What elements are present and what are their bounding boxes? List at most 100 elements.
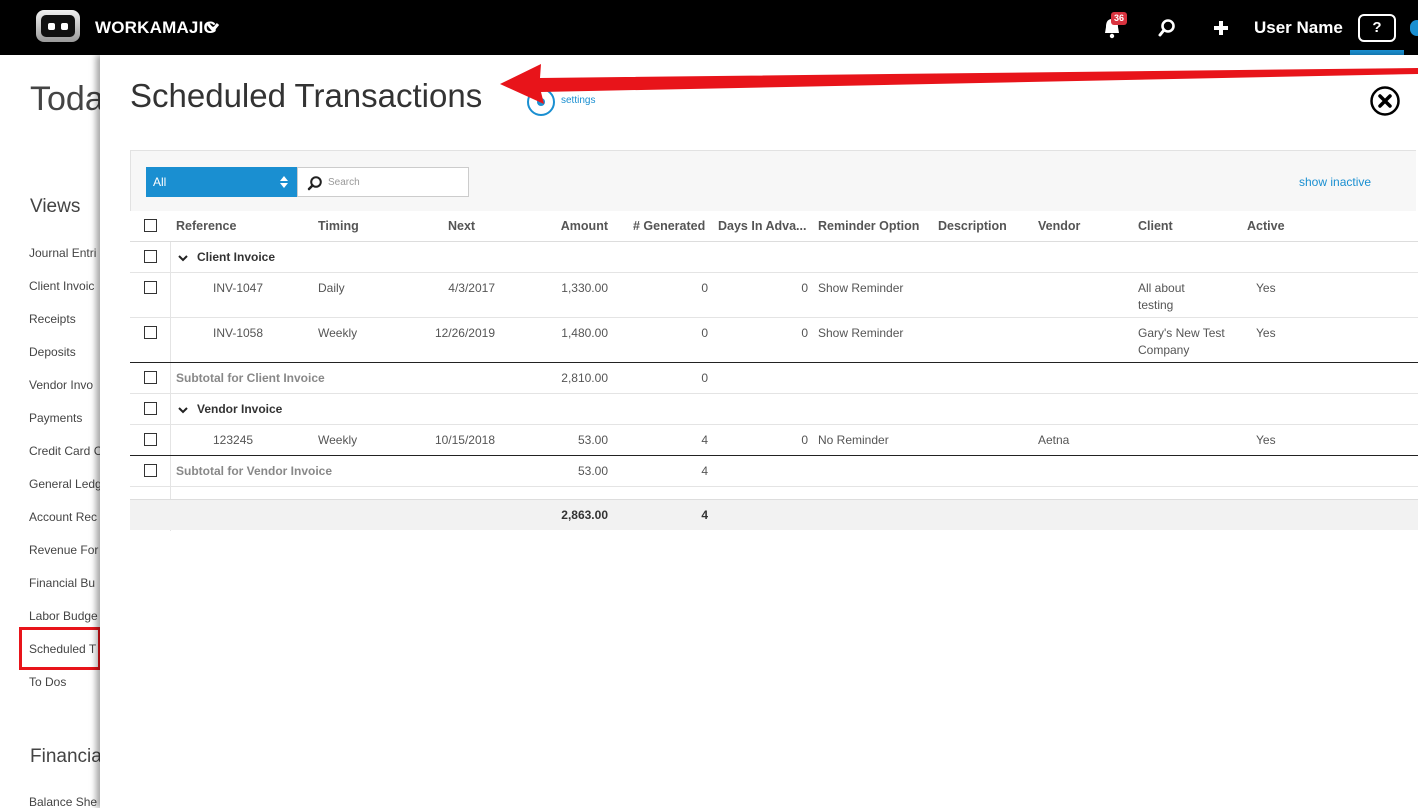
sidebar-item[interactable]: Journal Entri [29,246,96,260]
reminder-cell: Show Reminder [818,281,904,295]
column-header-description[interactable]: Description [938,219,1007,233]
app-switcher-label[interactable]: WORKAMAJIG [95,18,217,38]
days-in-advance-cell: 0 [801,281,808,295]
total-amount: 2,863.00 [561,508,608,522]
generated-cell: 0 [701,281,708,295]
reference-cell[interactable]: INV-1047 [213,281,263,295]
reference-cell[interactable]: 123245 [213,433,253,447]
row-checkbox[interactable] [144,464,157,477]
add-new-icon[interactable] [1212,19,1230,37]
row-checkbox[interactable] [144,402,157,415]
next-cell: 10/15/2018 [434,433,495,447]
column-header-days-in-advance[interactable]: Days In Adva... [718,219,806,233]
sidebar-item[interactable]: Balance She [29,795,97,808]
chevron-down-icon[interactable] [178,253,188,263]
generated-cell: 0 [701,326,708,340]
status-filter-value: All [153,175,167,189]
settings-link[interactable]: settings [561,95,595,106]
timing-cell: Daily [318,281,345,295]
user-menu[interactable]: User Name [1254,18,1343,38]
sidebar-item[interactable]: General Ledg [29,477,102,491]
status-dot-icon[interactable] [1410,20,1418,36]
grid-header-row: Reference Timing Next Amount # Generated… [130,211,1418,242]
background-page-title: Toda [30,80,104,118]
column-header-amount[interactable]: Amount [561,219,608,233]
reminder-cell: Show Reminder [818,326,904,340]
subtotal-row: Subtotal for Client Invoice 2,810.00 0 [130,363,1418,394]
search-input[interactable] [328,174,458,190]
sidebar-item[interactable]: Deposits [29,345,76,359]
notification-count-badge: 36 [1111,12,1128,25]
row-checkbox[interactable] [144,326,157,339]
column-header-active[interactable]: Active [1247,219,1285,233]
table-row[interactable]: INV-1047 Daily 4/3/2017 1,330.00 0 0 Sho… [130,273,1418,318]
active-cell: Yes [1256,433,1276,447]
workamajig-logo[interactable] [36,10,80,42]
select-arrows-icon [280,176,288,188]
subtotal-label: Subtotal for Client Invoice [176,371,325,385]
sidebar-item[interactable]: Vendor Invo [29,378,93,392]
subtotal-generated: 4 [701,464,708,478]
active-cell: Yes [1256,326,1276,340]
sidebar-item[interactable]: Client Invoic [29,279,94,293]
row-checkbox[interactable] [144,250,157,263]
sidebar-item[interactable]: Account Rec [29,510,97,524]
search-icon[interactable] [1157,18,1177,38]
amount-cell: 1,480.00 [561,326,608,340]
client-cell-line1: All about [1138,281,1185,295]
row-checkbox[interactable] [144,281,157,294]
search-box[interactable] [297,167,469,197]
reference-cell[interactable]: INV-1058 [213,326,263,340]
total-generated: 4 [701,508,708,522]
table-row[interactable]: INV-1058 Weekly 12/26/2019 1,480.00 0 0 … [130,318,1418,363]
next-cell: 12/26/2019 [434,326,495,340]
chevron-down-icon[interactable] [178,405,188,415]
client-cell-line2: Company [1138,343,1190,357]
sidebar-item[interactable]: To Dos [29,675,66,689]
reminder-cell: No Reminder [818,433,889,447]
table-row[interactable]: 123245 Weekly 10/15/2018 53.00 4 0 No Re… [130,425,1418,456]
column-header-timing[interactable]: Timing [318,219,359,233]
row-checkbox[interactable] [144,371,157,384]
views-heading: Views [30,196,81,217]
column-header-vendor[interactable]: Vendor [1038,219,1080,233]
vendor-cell: Aetna [1038,433,1070,447]
top-navigation-bar: WORKAMAJIG 36 User Name ? [0,0,1418,55]
sidebar-item[interactable]: Financial Bu [29,576,95,590]
status-filter-select[interactable]: All [146,167,297,197]
row-checkbox[interactable] [144,433,157,446]
next-cell: 4/3/2017 [448,281,495,295]
column-header-generated[interactable]: # Generated [633,219,705,233]
days-in-advance-cell: 0 [801,326,808,340]
column-header-reference[interactable]: Reference [176,219,236,233]
group-row-vendor-invoice[interactable]: Vendor Invoice [130,394,1418,425]
days-in-advance-cell: 0 [801,433,808,447]
column-header-next[interactable]: Next [448,219,475,233]
sidebar-item[interactable]: Revenue For [29,543,98,557]
subtotal-amount: 2,810.00 [561,371,608,385]
sidebar-item[interactable]: Labor Budge [29,609,98,623]
amount-cell: 53.00 [577,433,608,447]
group-title: Vendor Invoice [197,402,283,416]
scheduled-transactions-panel: Scheduled Transactions settings All show… [100,55,1418,808]
timing-cell: Weekly [318,433,358,447]
sidebar-item[interactable]: Receipts [29,312,76,326]
close-icon[interactable] [1369,85,1401,117]
column-header-reminder-option[interactable]: Reminder Option [818,219,919,233]
client-cell-line2: testing [1138,298,1174,312]
help-button[interactable]: ? [1358,14,1396,42]
show-inactive-link[interactable]: show inactive [1299,175,1371,189]
column-header-client[interactable]: Client [1138,219,1173,233]
select-all-checkbox[interactable] [144,219,157,232]
amount-cell: 1,330.00 [561,281,608,295]
sidebar-item[interactable]: Payments [29,411,82,425]
timing-cell: Weekly [318,326,358,340]
subtotal-amount: 53.00 [577,464,608,478]
subtotal-label: Subtotal for Vendor Invoice [176,464,333,478]
group-row-client-invoice[interactable]: Client Invoice [130,242,1418,273]
chevron-down-icon[interactable] [206,20,220,34]
client-cell-line1: Gary's New Test [1138,326,1225,340]
sidebar-item[interactable]: Credit Card C [29,444,102,458]
group-title: Client Invoice [197,250,276,264]
settings-gear-icon[interactable] [526,87,556,117]
